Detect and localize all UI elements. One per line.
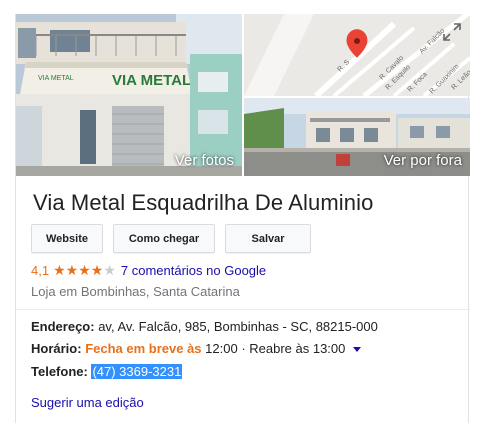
storefront-photo[interactable]: VIA METAL VIA METAL Ver fotos	[16, 14, 242, 176]
map-tile[interactable]: R. S R. Cavalo R. Esquilo R. Foca Av. Fa…	[244, 14, 470, 96]
address-row: Endereço: av, Av. Falcão, 985, Bombinhas…	[31, 319, 378, 334]
sign-text: VIA METAL	[112, 72, 191, 89]
star-icon: ★	[78, 262, 91, 278]
star-icon: ★	[65, 262, 79, 278]
divider	[16, 309, 470, 310]
business-category: Loja em Bombinhas, Santa Catarina	[31, 284, 240, 299]
address-value: av, Av. Falcão, 985, Bombinhas - SC, 882…	[98, 319, 378, 334]
star-empty-icon: ★	[103, 262, 116, 278]
hours-row: Horário: Fecha em breve às 12:00 · Reabr…	[31, 341, 362, 356]
phone-label[interactable]: Telefone:	[31, 364, 88, 379]
rating-row: 4,1 ★★★★★ 7 comentários no Google	[31, 262, 266, 279]
reviews-link[interactable]: 7 comentários no Google	[121, 263, 266, 278]
directions-button[interactable]: Como chegar	[113, 224, 215, 253]
phone-row: Telefone: (47) 3369-3231	[31, 364, 183, 379]
sign-small-text: VIA METAL	[38, 75, 74, 82]
street-view-photo[interactable]: Ver por fora	[244, 98, 470, 176]
suggest-edit-link[interactable]: Sugerir uma edição	[31, 395, 144, 410]
address-label[interactable]: Endereço:	[31, 319, 95, 334]
rating-value: 4,1	[31, 263, 50, 278]
knowledge-panel: VIA METAL VIA METAL Ver fotos R. S R. Ca…	[15, 14, 470, 423]
save-button[interactable]: Salvar	[225, 224, 311, 253]
website-button[interactable]: Website	[31, 224, 103, 253]
hours-status: Fecha em breve às	[85, 341, 202, 356]
expand-icon	[443, 23, 461, 41]
star-icon: ★	[53, 262, 66, 278]
hours-value: 12:00 · Reabre às 13:00	[205, 341, 346, 356]
hours-label[interactable]: Horário:	[31, 341, 82, 356]
view-photos-label[interactable]: Ver fotos	[175, 152, 234, 169]
star-rating: ★★★★★	[53, 262, 116, 279]
chevron-down-icon[interactable]	[353, 347, 362, 353]
expand-map-button[interactable]	[434, 14, 470, 50]
phone-value[interactable]: (47) 3369-3231	[91, 364, 183, 379]
photo-strip: VIA METAL VIA METAL Ver fotos R. S R. Ca…	[16, 14, 470, 176]
star-icon: ★	[90, 262, 104, 278]
business-title: Via Metal Esquadrilha De Aluminio	[33, 190, 374, 215]
view-outside-label[interactable]: Ver por fora	[384, 152, 462, 169]
